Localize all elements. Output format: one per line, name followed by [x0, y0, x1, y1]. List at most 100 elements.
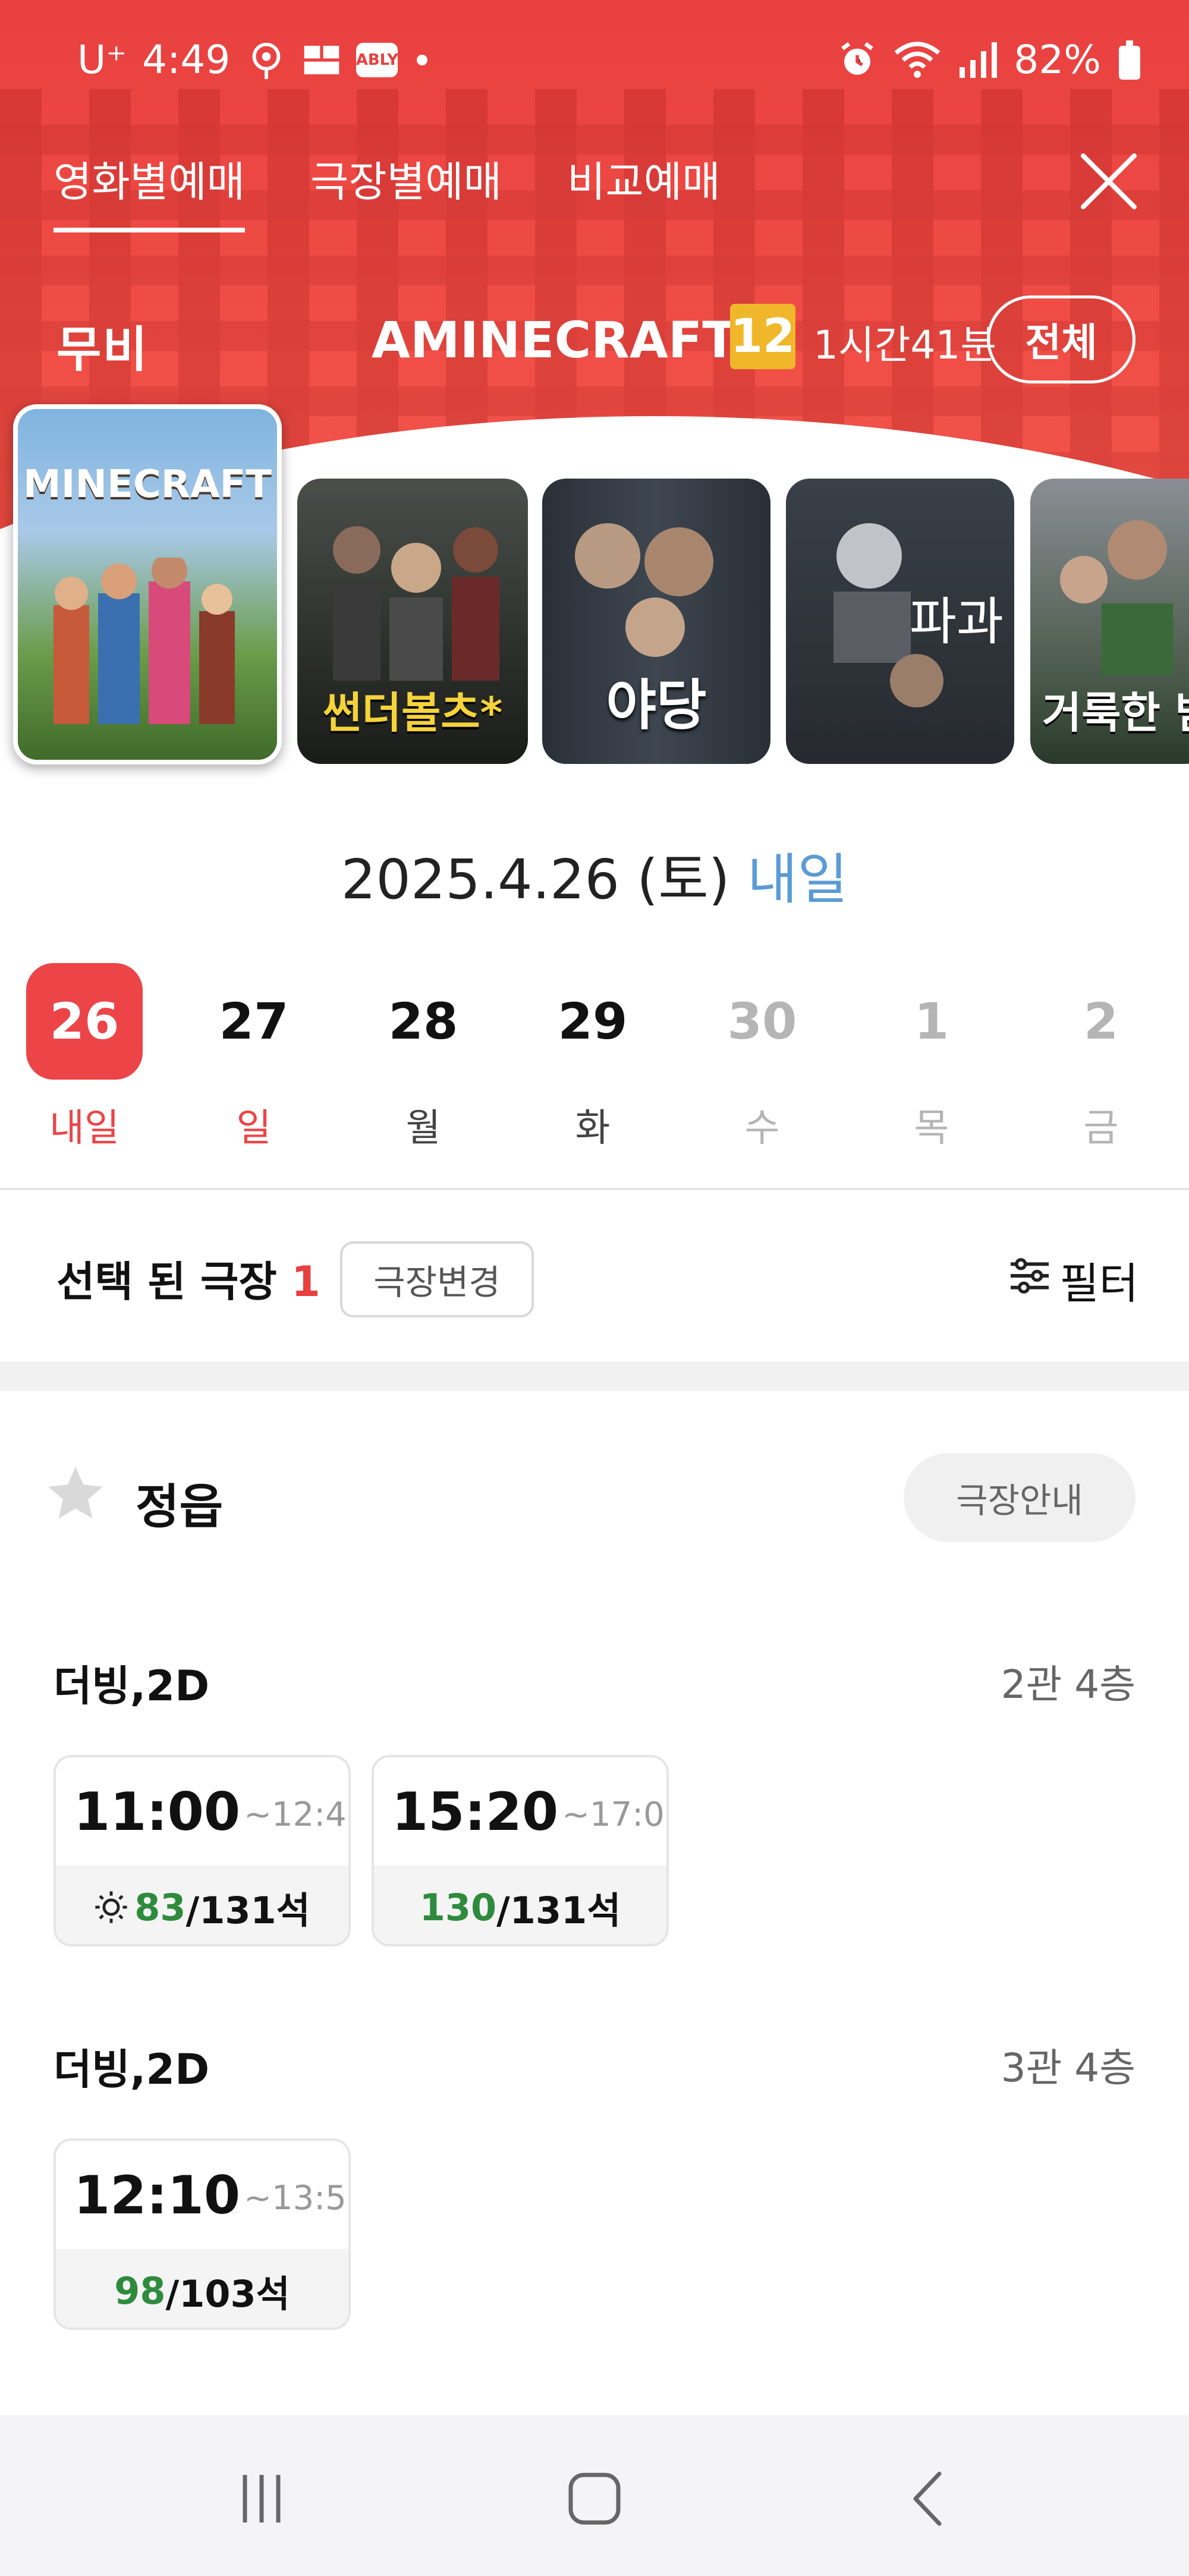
showtime-card[interactable]: 11:00 ~12:45 83 /131석	[54, 1755, 351, 1946]
theater-header: 정읍 극장안내	[0, 1445, 1189, 1542]
day-28[interactable]: 28 월	[364, 963, 483, 1152]
status-time: 4:49	[142, 37, 231, 83]
showtime-seats: 98 /103석	[56, 2249, 348, 2327]
showtime-seats: 130 /131석	[374, 1866, 666, 1944]
screen-format: 더빙,2D	[54, 1662, 210, 1710]
day-number: 27	[219, 992, 289, 1050]
showtime-end: ~12:45	[244, 1795, 348, 1834]
poster-characters	[575, 523, 713, 657]
day-number: 29	[558, 992, 628, 1050]
day-number: 26	[26, 963, 143, 1080]
filter-button[interactable]: 필터	[1008, 1248, 1138, 1311]
selected-theater-text: 선택 된 극장	[56, 1257, 277, 1306]
star-icon[interactable]	[43, 1461, 108, 1527]
status-bar: U⁺ 4:49 ABLY 82%	[0, 0, 1189, 95]
date-selector: 26 내일 27 일 28 월 29 화 30 수 1 목 2 금	[0, 963, 1189, 1153]
day-1[interactable]: 1 목	[872, 963, 991, 1152]
showtime-start: 11:00	[74, 1781, 241, 1842]
tab-by-theater[interactable]: 극장별예매	[310, 149, 502, 222]
poster-thunderbolts[interactable]: 썬더볼츠*	[297, 479, 528, 764]
day-number: 30	[727, 992, 797, 1050]
showtime-seats: 83 /131석	[56, 1866, 348, 1944]
showtime-card[interactable]: 15:20 ~17:05 130 /131석	[372, 1755, 669, 1946]
day-29[interactable]: 29 화	[533, 963, 652, 1152]
showtime-card[interactable]: 12:10 ~13:55 98 /103석	[54, 2138, 351, 2330]
poster-yadang[interactable]: 야당	[542, 479, 770, 764]
change-theater-button[interactable]: 극장변경	[340, 1241, 534, 1317]
morning-sun-icon	[94, 1890, 128, 1924]
all-movies-button[interactable]: 전체	[987, 295, 1135, 383]
movie-title: AMINECRAFT	[372, 311, 737, 369]
seats-available: 130	[419, 1885, 497, 1929]
poster-title: 야당	[606, 674, 707, 737]
screen-header: 더빙,2D 3관 4층	[54, 2036, 1135, 2096]
carrier-label: U⁺	[77, 37, 127, 83]
section-gap	[0, 1361, 1189, 1391]
brand-label: 무비	[56, 322, 149, 378]
screen-hall: 2관 4층	[1001, 1662, 1135, 1707]
day-weekday: 화	[575, 1106, 611, 1150]
seats-available: 83	[134, 1885, 186, 1929]
signal-icon	[958, 40, 998, 80]
battery-percent: 82%	[1014, 37, 1101, 83]
poster-pagwa[interactable]: 파과	[786, 479, 1014, 764]
poster-minecraft[interactable]: MINECRAFT	[13, 404, 282, 765]
day-weekday: 월	[405, 1106, 441, 1150]
seats-total: /103석	[165, 2272, 290, 2316]
theater-name: 정읍	[136, 1479, 224, 1534]
poster-carousel[interactable]: MINECRAFT 썬더볼츠* 야당 파과 거룩한 밤	[0, 404, 1189, 773]
dot-icon	[413, 51, 431, 69]
runtime-label: 1시간41분	[813, 322, 997, 368]
screen-hall: 3관 4층	[1001, 2045, 1135, 2091]
filter-sliders-icon	[1008, 1255, 1052, 1305]
day-27[interactable]: 27 일	[194, 963, 313, 1152]
location-pin-icon	[246, 39, 287, 81]
day-number: 28	[388, 992, 458, 1050]
showtime-start: 15:20	[392, 1781, 559, 1842]
divider	[0, 1188, 1189, 1190]
app-icon	[303, 42, 341, 78]
close-icon[interactable]	[1076, 149, 1141, 214]
day-26[interactable]: 26 내일	[25, 963, 144, 1152]
ably-app-icon: ABLY	[356, 42, 398, 77]
wifi-icon	[894, 40, 941, 80]
theater-info-button[interactable]: 극장안내	[904, 1453, 1135, 1542]
poster-title: MINECRAFT	[23, 463, 272, 507]
recent-apps-icon[interactable]	[220, 2463, 303, 2534]
showtime-start: 12:10	[74, 2164, 241, 2226]
showtime-end: ~17:05	[562, 1795, 666, 1834]
alarm-icon	[838, 40, 877, 80]
day-weekday: 일	[236, 1106, 272, 1150]
screen-format: 더빙,2D	[54, 2045, 210, 2094]
poster-title: 썬더볼츠*	[322, 688, 503, 738]
age-rating-badge: 12	[730, 304, 795, 369]
tab-by-movie[interactable]: 영화별예매	[54, 149, 245, 232]
day-weekday: 내일	[49, 1106, 119, 1150]
movie-info-row: 무비 AMINECRAFT 12 1시간41분 전체	[0, 295, 1189, 383]
screen-header: 더빙,2D 2관 4층	[54, 1653, 1135, 1712]
day-30[interactable]: 30 수	[703, 963, 822, 1152]
day-weekday: 금	[1083, 1106, 1119, 1150]
poster-title: 파과	[909, 592, 1004, 652]
selected-theater-count: 1	[291, 1257, 320, 1306]
poster-characters	[1060, 520, 1173, 675]
day-weekday: 수	[744, 1106, 780, 1150]
back-icon[interactable]	[886, 2463, 969, 2534]
selected-theater-bar: 선택 된 극장 1 극장변경 필터	[0, 1195, 1189, 1355]
date-text: 2025.4.26 (토)	[341, 848, 730, 911]
day-number: 1	[914, 992, 949, 1050]
seats-available: 98	[114, 2269, 166, 2313]
tab-compare[interactable]: 비교예매	[567, 149, 721, 222]
day-weekday: 목	[914, 1106, 949, 1150]
poster-characters	[333, 526, 499, 681]
day-2[interactable]: 2 금	[1042, 963, 1160, 1152]
showtime-end: ~13:55	[244, 2178, 348, 2218]
showtime-times: 11:00 ~12:45	[56, 1757, 348, 1866]
poster-holy-night[interactable]: 거룩한 밤	[1030, 479, 1189, 764]
home-icon[interactable]	[553, 2463, 636, 2534]
selected-theater-label: 선택 된 극장 1	[56, 1248, 320, 1309]
selected-date-label: 2025.4.26 (토) 내일	[0, 835, 1189, 914]
relative-date-text: 내일	[747, 848, 848, 911]
seats-total: /131석	[496, 1889, 621, 1932]
battery-icon	[1118, 40, 1141, 80]
